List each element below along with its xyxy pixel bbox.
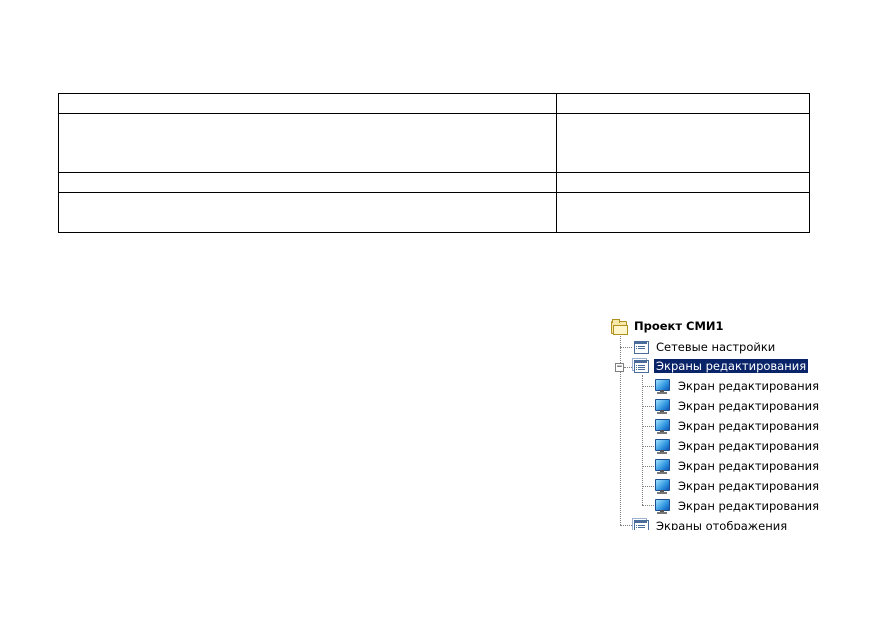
tree-node-label: Экран редактирования 4 (678, 439, 820, 453)
tree-node-edit-screens[interactable]: Экраны редактирования (632, 357, 809, 375)
table-cell (556, 113, 810, 173)
tree-line (624, 367, 632, 368)
table-cell (556, 93, 810, 114)
table-cell (58, 172, 557, 193)
tree-node-display-screens[interactable]: Экраны отображения (632, 517, 789, 530)
tree-node-label: Экраны редактирования (654, 359, 809, 373)
tree-line (642, 466, 654, 467)
tree-line (642, 406, 654, 407)
tree-node-label: Экран редактирования 6 (678, 479, 820, 493)
monitor-icon (654, 458, 672, 474)
tree-node-edit-screen-6[interactable]: Экран редактирования 6 (654, 477, 820, 495)
tree-line (620, 347, 632, 348)
monitor-icon (654, 378, 672, 394)
collapse-toggle[interactable]: − (615, 363, 624, 372)
monitor-icon (654, 398, 672, 414)
monitor-icon (654, 498, 672, 514)
tree-line (642, 446, 654, 447)
tree-node-label: Экран редактирования 1 (678, 379, 820, 393)
tree-node-edit-screen-2[interactable]: Экран редактирования 2 (654, 397, 820, 415)
tree-node-edit-screen-3[interactable]: Экран редактирования 3 (654, 417, 820, 435)
tree-node-label: Экраны отображения (656, 519, 788, 530)
tree-node-network-settings[interactable]: Сетевые настройки (632, 338, 777, 356)
monitor-icon (654, 438, 672, 454)
monitor-icon (654, 418, 672, 434)
tree-node-edit-screen-1[interactable]: Экран редактирования 1 (654, 377, 820, 395)
tree-node-project[interactable]: Проект СМИ1 (610, 317, 726, 335)
tree-node-label: Проект СМИ1 (634, 319, 724, 333)
tree-node-edit-screen-7[interactable]: Экран редактирования 7 (654, 497, 820, 515)
table-cell (58, 113, 557, 173)
tree-line (642, 486, 654, 487)
tree-node-label: Экран редактирования 7 (678, 499, 820, 513)
folder-icon (610, 318, 628, 335)
tree-node-label: Экран редактирования 2 (678, 399, 820, 413)
screens-list-icon (632, 518, 650, 530)
tree-line (642, 505, 654, 506)
settings-list-icon (632, 339, 650, 355)
tree-node-label: Экран редактирования 3 (678, 419, 820, 433)
table-cell (556, 172, 810, 193)
tree-line (642, 386, 654, 387)
table-cell (58, 192, 557, 233)
tree-line (620, 525, 632, 526)
table-cell (58, 93, 557, 114)
tree-node-label: Экран редактирования 5 (678, 459, 820, 473)
tree-node-label: Сетевые настройки (656, 340, 776, 354)
tree-line (642, 426, 654, 427)
monitor-icon (654, 478, 672, 494)
project-tree: Проект СМИ1 Сетевые настройки − Экраны р… (608, 314, 820, 530)
empty-table (58, 93, 810, 233)
screens-list-icon (632, 358, 650, 374)
tree-node-edit-screen-4[interactable]: Экран редактирования 4 (654, 437, 820, 455)
tree-node-edit-screen-5[interactable]: Экран редактирования 5 (654, 457, 820, 475)
table-cell (556, 192, 810, 233)
